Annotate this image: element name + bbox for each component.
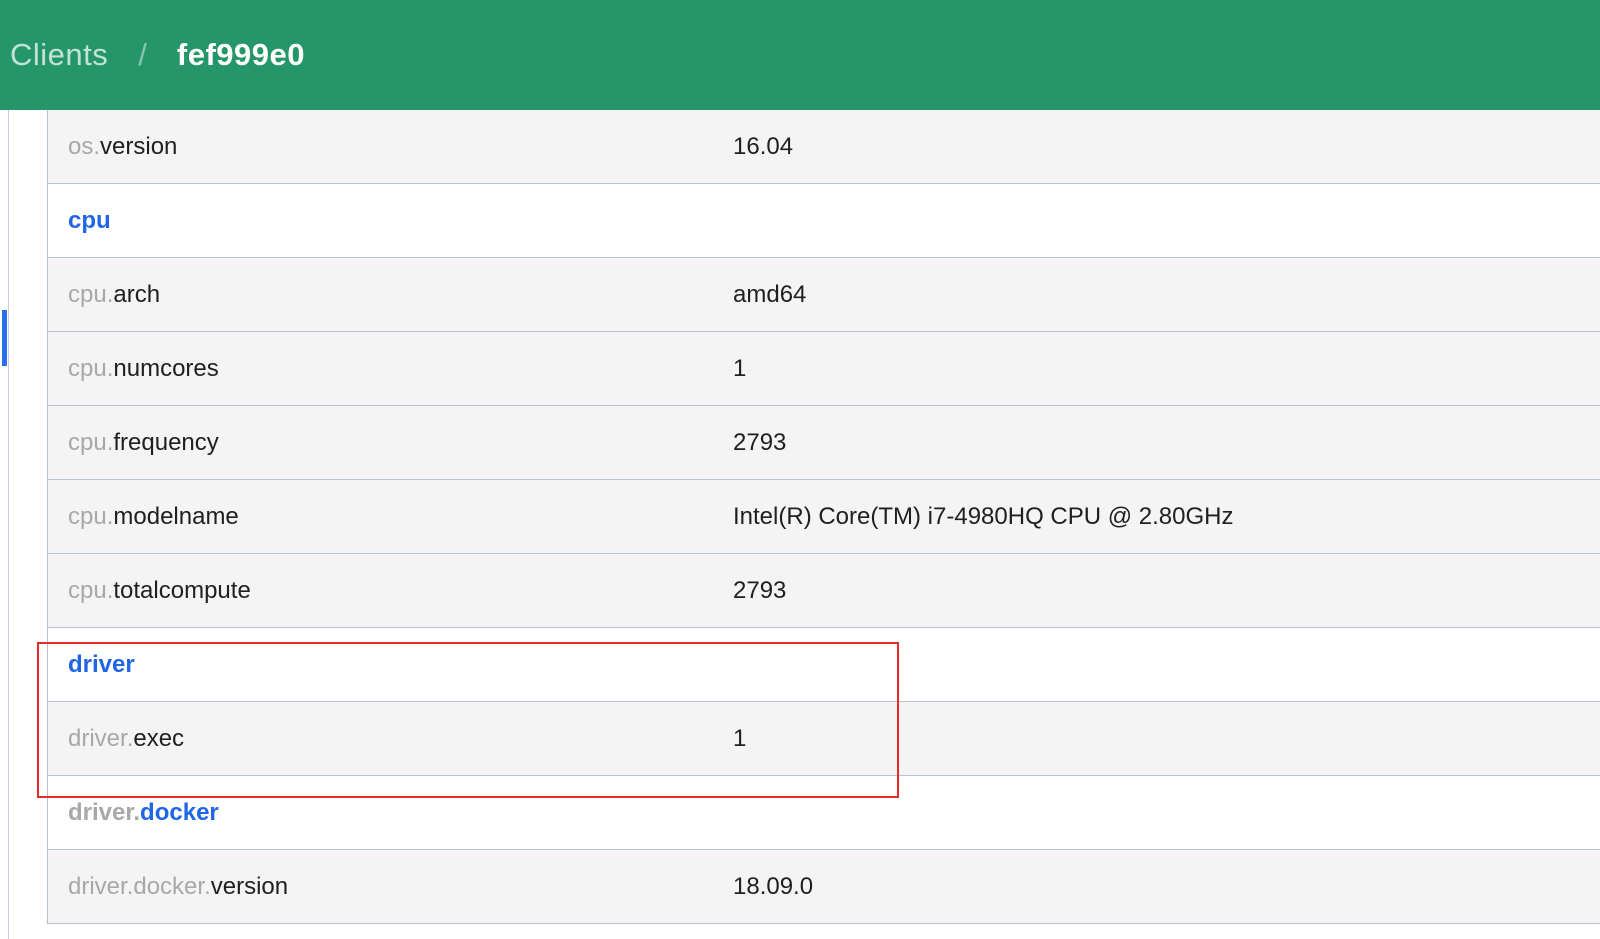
attribute-key: cpu.frequency: [48, 429, 733, 457]
attribute-key-prefix: os.: [68, 132, 101, 160]
attribute-key: driver.docker.version: [48, 873, 733, 901]
attribute-group-name: docker: [140, 798, 219, 826]
attribute-key: os.version: [48, 133, 733, 161]
attribute-value: 1: [733, 354, 747, 382]
attribute-key-prefix: cpu.: [68, 354, 114, 382]
breadcrumb-current: fef999e0: [176, 37, 305, 72]
attribute-key-prefix: cpu.: [68, 428, 114, 456]
attribute-key-prefix: cpu.: [68, 576, 114, 604]
attribute-key-prefix: driver.: [68, 798, 141, 826]
attribute-value: 16.04: [733, 132, 794, 160]
attribute-key-name: modelname: [113, 502, 239, 530]
attribute-row: os.version 16.04: [48, 110, 1600, 184]
attribute-row: driver.docker.version 18.09.0: [48, 850, 1600, 924]
attribute-key: cpu: [48, 207, 733, 235]
attribute-value: Intel(R) Core(TM) i7-4980HQ CPU @ 2.80GH…: [733, 502, 1234, 530]
attribute-row: cpu.frequency 2793: [48, 406, 1600, 480]
header-bar: Clients / fef999e0: [0, 0, 1600, 110]
attribute-key-name: numcores: [113, 354, 219, 382]
attribute-row: cpu.modelname Intel(R) Core(TM) i7-4980HQ…: [48, 480, 1600, 554]
attribute-key: cpu.arch: [48, 281, 733, 309]
sidebar-divider: [8, 110, 9, 939]
attribute-value: 2793: [733, 576, 787, 604]
attribute-row: cpu.arch amd64: [48, 258, 1600, 332]
attribute-key: cpu.numcores: [48, 355, 733, 383]
attribute-key-name: version: [100, 132, 178, 160]
breadcrumb-clients-link[interactable]: Clients: [10, 37, 108, 73]
attribute-key-name: totalcompute: [113, 576, 251, 604]
attribute-key-prefix: cpu.: [68, 280, 114, 308]
attribute-key-prefix: cpu.: [68, 502, 114, 530]
attribute-value: amd64: [733, 280, 807, 308]
attribute-row: cpu.totalcompute 2793: [48, 554, 1600, 628]
highlight-annotation: [37, 642, 899, 798]
breadcrumb-separator: /: [138, 37, 147, 72]
attribute-key-name: frequency: [113, 428, 219, 456]
attribute-key-prefix: driver.docker.: [68, 872, 211, 900]
attribute-key: driver.docker: [48, 799, 733, 827]
attribute-row: cpu.numcores 1: [48, 332, 1600, 406]
attribute-key-name: arch: [113, 280, 161, 308]
attribute-group-row: cpu: [48, 184, 1600, 258]
attribute-key: cpu.totalcompute: [48, 577, 733, 605]
attributes-table: os.version 16.04 cpu cpu.arch amd64 cpu.numco…: [47, 110, 1600, 924]
attribute-group-name: cpu: [68, 206, 111, 234]
scroll-position-indicator[interactable]: [2, 310, 7, 366]
attribute-value: 2793: [733, 428, 787, 456]
attribute-key-name: version: [210, 872, 289, 900]
attribute-value: 18.09.0: [733, 872, 814, 900]
attribute-key: cpu.modelname: [48, 503, 733, 531]
